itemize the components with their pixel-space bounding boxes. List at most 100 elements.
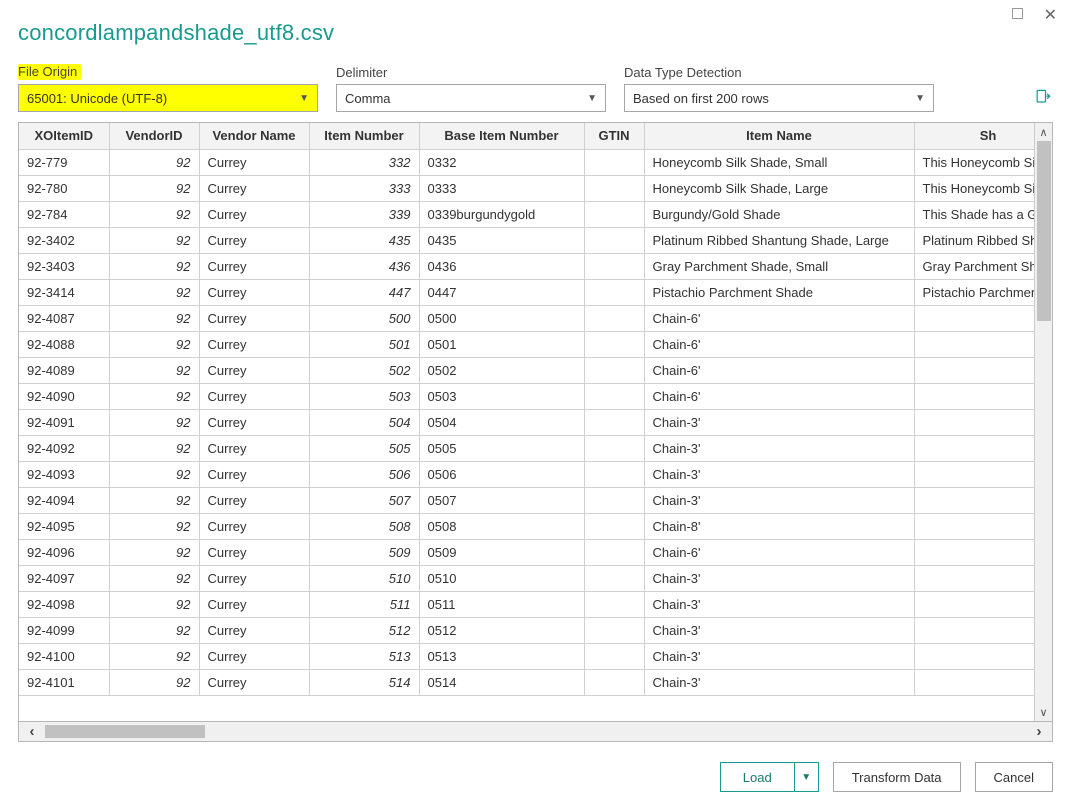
table-row[interactable]: 92-409692Currey5090509Chain-6' [19, 539, 1034, 565]
detection-label: Data Type Detection [624, 65, 934, 80]
cell-xo: 92-3414 [19, 279, 109, 305]
cell-itemname: Chain-3' [644, 461, 914, 487]
table-row[interactable]: 92-77992Currey3320332Honeycomb Silk Shad… [19, 149, 1034, 175]
cell-itemname: Chain-3' [644, 643, 914, 669]
maximize-icon[interactable] [1012, 8, 1023, 19]
cell-gtin [584, 175, 644, 201]
cell-xo: 92-3403 [19, 253, 109, 279]
table-row[interactable]: 92-78492Currey3390339burgundygoldBurgund… [19, 201, 1034, 227]
chevron-down-icon: ▼ [587, 93, 597, 104]
detection-dropdown[interactable]: Based on first 200 rows ▼ [624, 84, 934, 112]
table-row[interactable]: 92-408992Currey5020502Chain-6' [19, 357, 1034, 383]
cell-itemname: Chain-6' [644, 305, 914, 331]
cell-vendorname: Currey [199, 227, 309, 253]
table-row[interactable]: 92-409892Currey5110511Chain-3' [19, 591, 1034, 617]
cell-xo: 92-784 [19, 201, 109, 227]
col-gtin[interactable]: GTIN [584, 123, 644, 149]
cell-gtin [584, 617, 644, 643]
col-xoitemid[interactable]: XOItemID [19, 123, 109, 149]
table-row[interactable]: 92-410092Currey5130513Chain-3' [19, 643, 1034, 669]
load-button[interactable]: Load ▼ [720, 762, 819, 792]
cell-baseitem: 0500 [419, 305, 584, 331]
cell-xo: 92-4089 [19, 357, 109, 383]
table-row[interactable]: 92-341492Currey4470447Pistachio Parchmen… [19, 279, 1034, 305]
cell-baseitem: 0501 [419, 331, 584, 357]
chevron-down-icon: ▼ [299, 93, 309, 104]
delimiter-dropdown[interactable]: Comma ▼ [336, 84, 606, 112]
cell-itemnumber: 436 [309, 253, 419, 279]
scroll-right-icon[interactable]: › [1026, 722, 1052, 741]
cell-gtin [584, 279, 644, 305]
cell-vendorid: 92 [109, 279, 199, 305]
col-baseitemnumber[interactable]: Base Item Number [419, 123, 584, 149]
table-row[interactable]: 92-410192Currey5140514Chain-3' [19, 669, 1034, 695]
horizontal-scrollbar[interactable]: ‹ › [18, 722, 1053, 742]
cell-sh [914, 513, 1034, 539]
cell-vendorid: 92 [109, 331, 199, 357]
table-row[interactable]: 92-409092Currey5030503Chain-6' [19, 383, 1034, 409]
cell-vendorid: 92 [109, 305, 199, 331]
cell-baseitem: 0333 [419, 175, 584, 201]
cell-itemname: Burgundy/Gold Shade [644, 201, 914, 227]
table-row[interactable]: 92-340292Currey4350435Platinum Ribbed Sh… [19, 227, 1034, 253]
cell-xo: 92-4098 [19, 591, 109, 617]
cell-vendorid: 92 [109, 565, 199, 591]
file-origin-label: File Origin [18, 64, 81, 80]
cell-vendorname: Currey [199, 617, 309, 643]
cell-gtin [584, 565, 644, 591]
table-row[interactable]: 92-409192Currey5040504Chain-3' [19, 409, 1034, 435]
col-sh[interactable]: Sh [914, 123, 1034, 149]
cell-itemname: Chain-6' [644, 539, 914, 565]
table-row[interactable]: 92-409992Currey5120512Chain-3' [19, 617, 1034, 643]
cell-vendorname: Currey [199, 461, 309, 487]
table-row[interactable]: 92-409592Currey5080508Chain-8' [19, 513, 1034, 539]
scroll-down-icon[interactable]: ∨ [1035, 703, 1052, 721]
cell-vendorname: Currey [199, 513, 309, 539]
scroll-left-icon[interactable]: ‹ [19, 722, 45, 741]
cell-sh [914, 591, 1034, 617]
cell-sh [914, 539, 1034, 565]
col-itemnumber[interactable]: Item Number [309, 123, 419, 149]
cell-itemname: Chain-8' [644, 513, 914, 539]
cell-gtin [584, 253, 644, 279]
cell-vendorname: Currey [199, 201, 309, 227]
table-row[interactable]: 92-408792Currey5000500Chain-6' [19, 305, 1034, 331]
col-itemname[interactable]: Item Name [644, 123, 914, 149]
load-dropdown-caret[interactable]: ▼ [794, 763, 818, 791]
refresh-preview-icon[interactable] [1033, 95, 1053, 110]
table-row[interactable]: 92-78092Currey3330333Honeycomb Silk Shad… [19, 175, 1034, 201]
hscroll-thumb[interactable] [45, 725, 205, 738]
cell-xo: 92-3402 [19, 227, 109, 253]
cell-sh: This Shade has a Gc [914, 201, 1034, 227]
col-vendorid[interactable]: VendorID [109, 123, 199, 149]
cell-itemnumber: 339 [309, 201, 419, 227]
table-row[interactable]: 92-409792Currey5100510Chain-3' [19, 565, 1034, 591]
cell-sh [914, 435, 1034, 461]
cell-xo: 92-4097 [19, 565, 109, 591]
table-row[interactable]: 92-340392Currey4360436Gray Parchment Sha… [19, 253, 1034, 279]
scroll-up-icon[interactable]: ∧ [1035, 123, 1052, 141]
vertical-scrollbar[interactable]: ∧ ∨ [1034, 123, 1052, 721]
table-row[interactable]: 92-409292Currey5050505Chain-3' [19, 435, 1034, 461]
cell-itemnumber: 503 [309, 383, 419, 409]
cell-baseitem: 0436 [419, 253, 584, 279]
scroll-thumb[interactable] [1037, 141, 1051, 321]
cell-itemname: Chain-3' [644, 669, 914, 695]
cell-vendorname: Currey [199, 357, 309, 383]
cell-itemnumber: 502 [309, 357, 419, 383]
transform-data-button[interactable]: Transform Data [833, 762, 961, 792]
cell-vendorid: 92 [109, 591, 199, 617]
col-vendorname[interactable]: Vendor Name [199, 123, 309, 149]
cell-baseitem: 0509 [419, 539, 584, 565]
file-origin-dropdown[interactable]: 65001: Unicode (UTF-8) ▼ [18, 84, 318, 112]
cell-baseitem: 0510 [419, 565, 584, 591]
table-row[interactable]: 92-409492Currey5070507Chain-3' [19, 487, 1034, 513]
cell-vendorid: 92 [109, 383, 199, 409]
table-row[interactable]: 92-408892Currey5010501Chain-6' [19, 331, 1034, 357]
cell-xo: 92-4087 [19, 305, 109, 331]
cell-sh [914, 383, 1034, 409]
cancel-button[interactable]: Cancel [975, 762, 1053, 792]
close-icon[interactable]: ✕ [1044, 5, 1057, 25]
table-row[interactable]: 92-409392Currey5060506Chain-3' [19, 461, 1034, 487]
cell-itemname: Chain-6' [644, 383, 914, 409]
